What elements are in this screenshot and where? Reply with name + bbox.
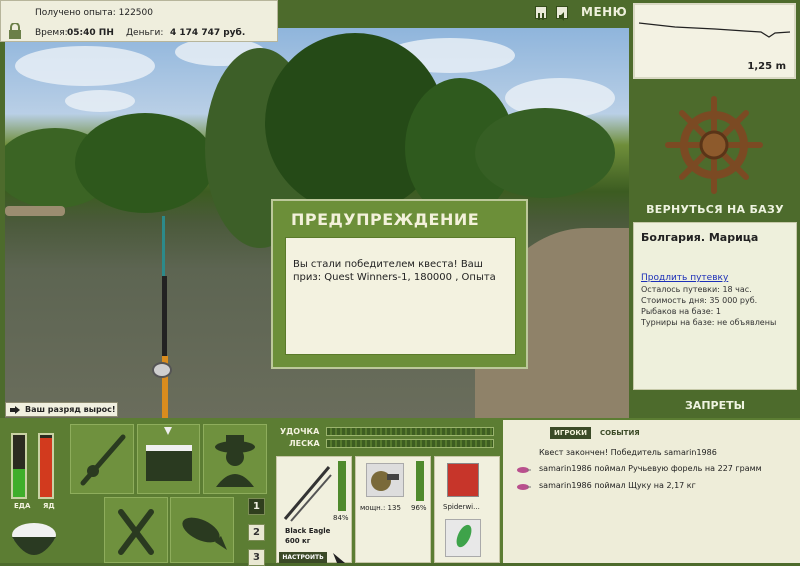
line-card[interactable]: Spiderwi... xyxy=(434,456,500,563)
rod-image-icon xyxy=(283,466,332,522)
money-value: 4 174 747 руб. xyxy=(170,28,246,38)
food-pot-icon[interactable] xyxy=(8,513,60,561)
events-panel: ИГРОКИ СОБЫТИЯ Квест закончен! Победител… xyxy=(503,420,800,563)
food-level-fill xyxy=(13,469,25,497)
lock-icon[interactable] xyxy=(7,23,23,39)
arrow-down-right-icon xyxy=(333,553,345,563)
fisherman-icon xyxy=(215,435,255,487)
location-name: Болгария. Марица xyxy=(641,231,759,244)
event-item: samarin1986 поймал Щуку на 2,17 кг xyxy=(539,481,696,490)
poison-gauge xyxy=(38,433,54,499)
fish-hook-icon xyxy=(517,484,531,490)
rod-slot[interactable] xyxy=(70,424,134,494)
depth-graph: 1,25 m xyxy=(633,3,796,79)
reel-power: мощн.: 135 xyxy=(360,504,401,512)
experience-label: Получено опыта: xyxy=(35,8,116,18)
depth-value: 1,25 m xyxy=(747,61,786,72)
rod-card[interactable]: 84% Black Eagle 600 кг НАСТРОИТЬ xyxy=(276,456,352,563)
rank-up-banner[interactable]: Ваш разряд вырос! xyxy=(5,402,118,417)
money-label: Деньги: xyxy=(126,28,164,38)
reel-condition-bar xyxy=(416,461,424,501)
arrow-right-icon xyxy=(10,406,20,414)
fishing-rod-icon xyxy=(80,434,126,486)
line-durability-bar xyxy=(326,439,494,448)
fork-knife-icon xyxy=(118,509,154,555)
event-item: Квест закончен! Победитель samarin1986 xyxy=(539,448,717,457)
time-label: Время: xyxy=(35,28,68,38)
ship-wheel-icon[interactable] xyxy=(664,95,764,195)
poison-label: ЯД xyxy=(43,502,55,510)
extend-permit-link[interactable]: Продлить путевку xyxy=(641,273,789,283)
rod-size: 600 кг xyxy=(285,537,311,545)
day-cost: Стоимость дня: 35 000 руб. xyxy=(641,296,758,305)
fishers-on-base: Рыбаков на базе: 1 xyxy=(641,307,721,316)
pause-icon[interactable] xyxy=(535,6,547,20)
fishing-line-icon xyxy=(447,463,479,497)
adjust-button[interactable]: НАСТРОИТЬ xyxy=(279,552,327,563)
experience-value: 122500 xyxy=(118,8,153,18)
bans-button[interactable]: ЗАПРЕТЫ xyxy=(632,399,798,412)
rod-durability-bar xyxy=(326,427,494,436)
permit-remaining: Осталось путевки: 18 час. xyxy=(641,285,752,294)
return-to-base-button[interactable]: ВЕРНУТЬСЯ НА БАЗУ xyxy=(632,203,798,216)
page-button-3[interactable]: 3 xyxy=(248,549,265,566)
sound-icon[interactable] xyxy=(556,6,568,21)
reel-condition-percent: 96% xyxy=(411,504,427,512)
rod-condition-percent: 84% xyxy=(333,514,349,522)
page-button-2[interactable]: 2 xyxy=(248,524,265,541)
page-button-1[interactable]: 1 xyxy=(248,498,265,515)
rod-condition-bar xyxy=(338,461,346,511)
fish-slot[interactable] xyxy=(170,497,234,563)
food-label: ЕДА xyxy=(14,502,31,510)
rod-name: Black Eagle xyxy=(285,527,331,535)
lure-icon xyxy=(445,519,481,557)
reel-icon xyxy=(366,463,404,497)
event-item: samarin1986 поймал Ручьевую форель на 22… xyxy=(539,464,762,473)
tournaments-status: Турниры на базе: не объявлены xyxy=(641,318,777,327)
tab-players[interactable]: ИГРОКИ xyxy=(550,427,591,439)
dialog-title: ПРЕДУПРЕЖДЕНИЕ xyxy=(291,210,480,229)
dialog-message: Вы стали победителем квеста! Ваш приз: Q… xyxy=(285,237,516,355)
tackle-box-slot[interactable] xyxy=(137,424,200,494)
warning-dialog[interactable]: ПРЕДУПРЕЖДЕНИЕ Вы стали победителем квес… xyxy=(271,199,528,369)
tab-events[interactable]: СОБЫТИЯ xyxy=(596,427,644,439)
rod-durability-label: УДОЧКА xyxy=(280,427,320,436)
tackle-box-icon xyxy=(146,427,192,481)
poison-level-fill xyxy=(40,438,52,497)
line-durability-label: ЛЕСКА xyxy=(289,439,320,448)
fish-icon xyxy=(182,517,227,550)
fisherman-slot[interactable] xyxy=(203,424,267,494)
food-slot[interactable] xyxy=(104,497,168,563)
line-name: Spiderwi... xyxy=(443,503,480,511)
time-value: 05:40 ПН xyxy=(67,28,114,38)
fish-hook-icon xyxy=(517,467,531,473)
food-gauge xyxy=(11,433,27,499)
rank-up-text: Ваш разряд вырос! xyxy=(25,405,116,414)
player-stats-panel: Получено опыта: 122500 Время: 05:40 ПН Д… xyxy=(0,0,278,42)
menu-button[interactable]: МЕНЮ xyxy=(581,5,627,19)
base-info-panel: Болгария. Марица Продлить путевку Остало… xyxy=(633,222,797,390)
reel-card[interactable]: мощн.: 135 96% xyxy=(355,456,431,563)
